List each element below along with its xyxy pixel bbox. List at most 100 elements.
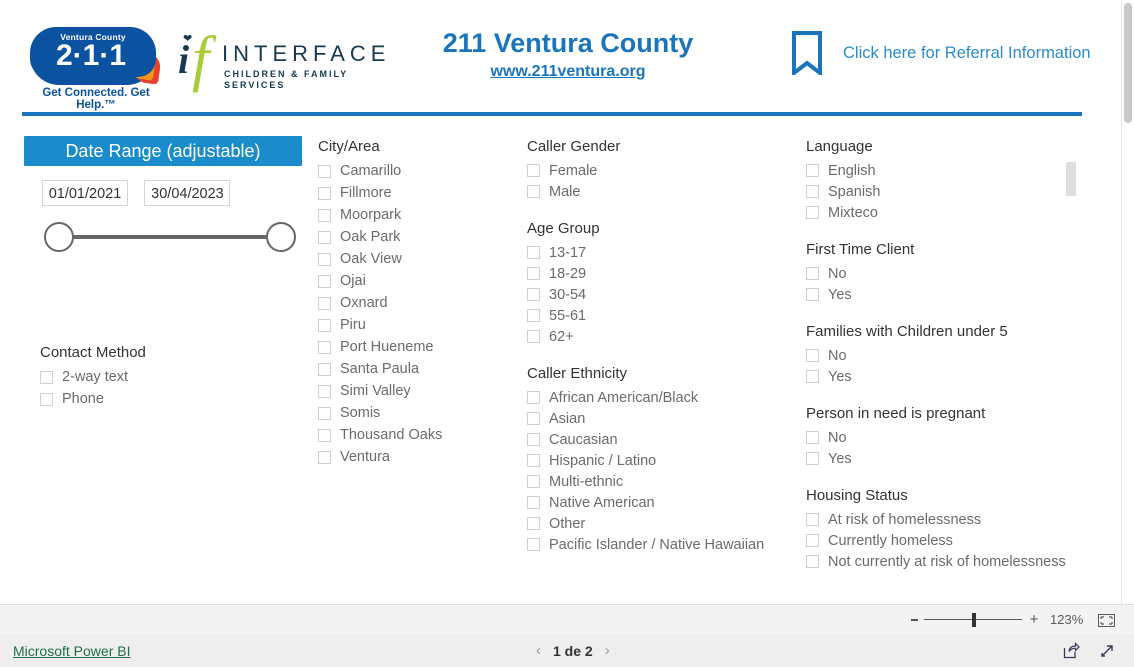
checkbox-row[interactable]: 2-way text: [40, 366, 304, 388]
checkbox-row[interactable]: Spanish: [806, 181, 1086, 202]
checkbox-row[interactable]: Phone: [40, 388, 304, 410]
checkbox-icon[interactable]: [318, 274, 331, 288]
checkbox-icon[interactable]: [40, 392, 53, 406]
checkbox-icon[interactable]: [806, 164, 819, 177]
checkbox-row[interactable]: Ojai: [318, 270, 518, 292]
checkbox-icon[interactable]: [806, 288, 819, 301]
checkbox-icon[interactable]: [318, 164, 331, 178]
checkbox-row[interactable]: Mixteco: [806, 202, 1086, 223]
checkbox-icon[interactable]: [806, 431, 819, 444]
checkbox-row[interactable]: Currently homeless: [806, 530, 1086, 551]
checkbox-row[interactable]: Pacific Islander / Native Hawaiian: [527, 534, 797, 555]
checkbox-icon[interactable]: [806, 370, 819, 383]
checkbox-icon[interactable]: [318, 450, 331, 464]
checkbox-row[interactable]: Not currently at risk of homelessness: [806, 551, 1086, 572]
checkbox-icon[interactable]: [318, 428, 331, 442]
checkbox-row[interactable]: At risk of homelessness: [806, 509, 1086, 530]
checkbox-icon[interactable]: [318, 340, 331, 354]
checkbox-icon[interactable]: [527, 496, 540, 509]
checkbox-icon[interactable]: [318, 406, 331, 420]
checkbox-row[interactable]: Port Hueneme: [318, 336, 518, 358]
website-link[interactable]: www.211ventura.org: [490, 63, 645, 80]
checkbox-row[interactable]: Yes: [806, 366, 1086, 387]
checkbox-icon[interactable]: [806, 555, 819, 568]
fit-to-page-icon[interactable]: [1098, 614, 1115, 627]
checkbox-icon[interactable]: [527, 185, 540, 198]
checkbox-icon[interactable]: [527, 475, 540, 488]
checkbox-icon[interactable]: [318, 384, 331, 398]
checkbox-icon[interactable]: [527, 412, 540, 425]
checkbox-icon[interactable]: [318, 186, 331, 200]
checkbox-icon[interactable]: [527, 330, 540, 343]
page-scrollbar[interactable]: [1121, 0, 1134, 604]
date-range-end-input[interactable]: 30/04/2023: [144, 180, 231, 206]
language-slicer-scrollbar[interactable]: [1066, 162, 1076, 196]
checkbox-icon[interactable]: [806, 206, 819, 219]
checkbox-row[interactable]: Fillmore: [318, 182, 518, 204]
checkbox-row[interactable]: Native American: [527, 492, 797, 513]
checkbox-icon[interactable]: [527, 164, 540, 177]
checkbox-row[interactable]: Caucasian: [527, 429, 797, 450]
checkbox-row[interactable]: Thousand Oaks: [318, 424, 518, 446]
checkbox-icon[interactable]: [806, 452, 819, 465]
zoom-out-icon[interactable]: [911, 619, 918, 621]
fullscreen-icon[interactable]: [1098, 642, 1116, 660]
checkbox-row[interactable]: Ventura: [318, 446, 518, 468]
page-scrollbar-thumb[interactable]: [1124, 3, 1132, 123]
checkbox-row[interactable]: Oak Park: [318, 226, 518, 248]
date-range-start-input[interactable]: 01/01/2021: [42, 180, 128, 206]
checkbox-icon[interactable]: [806, 185, 819, 198]
checkbox-row[interactable]: Multi-ethnic: [527, 471, 797, 492]
checkbox-icon[interactable]: [527, 391, 540, 404]
checkbox-icon[interactable]: [806, 349, 819, 362]
checkbox-icon[interactable]: [318, 252, 331, 266]
checkbox-icon[interactable]: [806, 534, 819, 547]
checkbox-row[interactable]: 55-61: [527, 305, 797, 326]
checkbox-row[interactable]: African American/Black: [527, 387, 797, 408]
checkbox-row[interactable]: Yes: [806, 448, 1086, 469]
checkbox-row[interactable]: Oak View: [318, 248, 518, 270]
checkbox-row[interactable]: Female: [527, 160, 797, 181]
checkbox-icon[interactable]: [318, 296, 331, 310]
checkbox-row[interactable]: Moorpark: [318, 204, 518, 226]
checkbox-row[interactable]: Yes: [806, 284, 1086, 305]
date-range-slider[interactable]: [44, 220, 296, 254]
checkbox-row[interactable]: 13-17: [527, 242, 797, 263]
bookmark-icon[interactable]: [791, 31, 823, 78]
checkbox-row[interactable]: English: [806, 160, 1086, 181]
checkbox-row[interactable]: Camarillo: [318, 160, 518, 182]
checkbox-icon[interactable]: [527, 517, 540, 530]
checkbox-row[interactable]: No: [806, 427, 1086, 448]
zoom-in-icon[interactable]: +: [1028, 612, 1040, 627]
checkbox-icon[interactable]: [318, 208, 331, 222]
slider-handle-right[interactable]: [266, 222, 296, 252]
checkbox-row[interactable]: Piru: [318, 314, 518, 336]
checkbox-icon[interactable]: [318, 230, 331, 244]
checkbox-icon[interactable]: [527, 454, 540, 467]
checkbox-icon[interactable]: [318, 318, 331, 332]
checkbox-row[interactable]: Hispanic / Latino: [527, 450, 797, 471]
zoom-slider-thumb[interactable]: [972, 613, 976, 627]
checkbox-row[interactable]: 18-29: [527, 263, 797, 284]
checkbox-row[interactable]: Male: [527, 181, 797, 202]
checkbox-row[interactable]: No: [806, 263, 1086, 284]
checkbox-row[interactable]: Somis: [318, 402, 518, 424]
checkbox-row[interactable]: No: [806, 345, 1086, 366]
checkbox-row[interactable]: Other: [527, 513, 797, 534]
checkbox-row[interactable]: Asian: [527, 408, 797, 429]
checkbox-icon[interactable]: [806, 513, 819, 526]
share-icon[interactable]: [1062, 642, 1080, 660]
checkbox-row[interactable]: 62+: [527, 326, 797, 347]
checkbox-icon[interactable]: [527, 309, 540, 322]
checkbox-row[interactable]: Oxnard: [318, 292, 518, 314]
microsoft-power-bi-link[interactable]: Microsoft Power BI: [13, 642, 130, 660]
slider-handle-left[interactable]: [44, 222, 74, 252]
next-page-button[interactable]: ›: [605, 641, 610, 661]
checkbox-icon[interactable]: [527, 267, 540, 280]
checkbox-icon[interactable]: [527, 433, 540, 446]
checkbox-row[interactable]: 30-54: [527, 284, 797, 305]
previous-page-button[interactable]: ‹: [536, 641, 541, 661]
checkbox-icon[interactable]: [527, 288, 540, 301]
checkbox-icon[interactable]: [318, 362, 331, 376]
checkbox-icon[interactable]: [527, 538, 540, 551]
